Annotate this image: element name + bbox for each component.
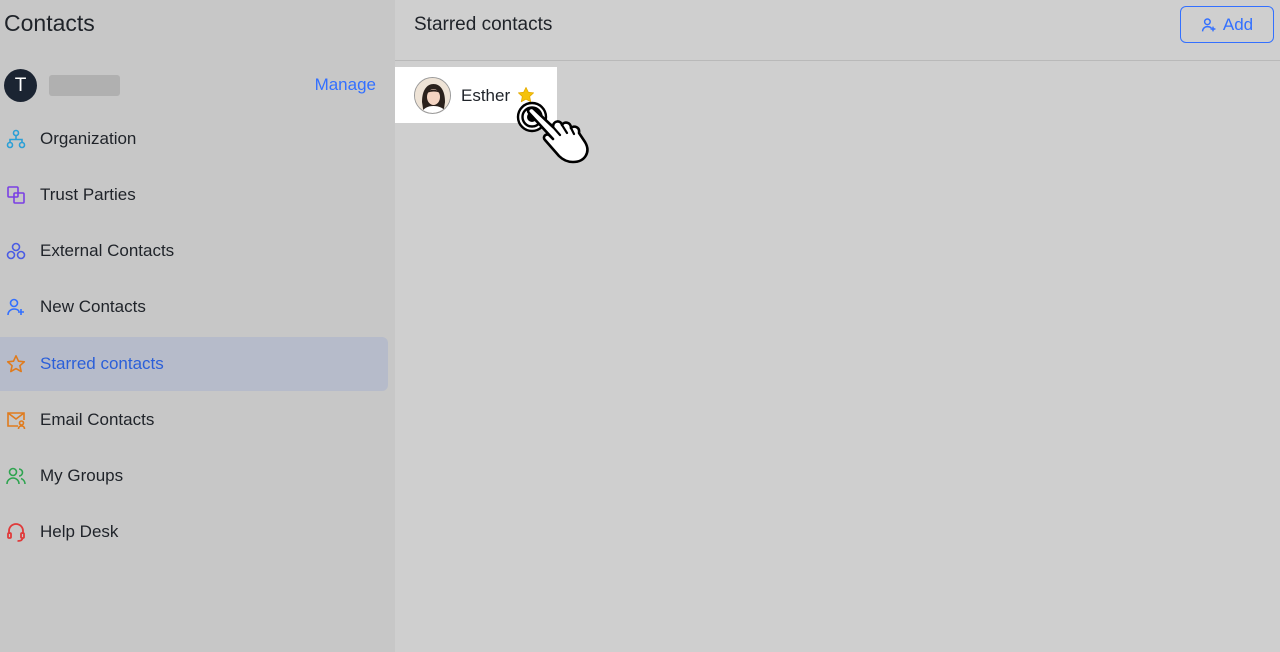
groups-icon: [6, 467, 26, 485]
sidebar-item-label: Email Contacts: [40, 410, 155, 429]
sidebar-item-label: My Groups: [40, 466, 124, 485]
headset-icon: [7, 523, 25, 542]
main-header: Starred contacts Add: [395, 0, 1280, 61]
sidebar-item-external-contacts[interactable]: External Contacts: [0, 224, 388, 278]
sidebar-item-label: Starred contacts: [40, 354, 164, 373]
person-photo-icon: [415, 78, 450, 113]
trust-parties-icon: [7, 186, 25, 204]
contact-avatar: [414, 77, 451, 114]
star-outline-icon: [6, 355, 26, 373]
contact-name: Esther: [461, 86, 511, 105]
sidebar-item-label: Help Desk: [40, 522, 119, 541]
sidebar-item-label: External Contacts: [40, 241, 175, 260]
manage-link[interactable]: Manage: [315, 75, 376, 95]
star-filled-icon[interactable]: [517, 86, 535, 104]
sidebar-item-starred-contacts[interactable]: Starred contacts: [0, 337, 388, 391]
page-title: Starred contacts: [414, 14, 553, 35]
sidebar-item-label: New Contacts: [40, 297, 146, 316]
add-user-icon: [1201, 17, 1216, 31]
sidebar-item-my-groups[interactable]: My Groups: [0, 449, 388, 503]
add-contact-button[interactable]: Add: [1180, 6, 1274, 43]
sidebar-item-new-contacts[interactable]: New Contacts: [0, 280, 388, 334]
app-title: Contacts: [4, 10, 95, 36]
sidebar-item-label: Organization: [40, 129, 137, 148]
email-contacts-icon: [7, 412, 26, 430]
new-contact-icon: [7, 298, 24, 316]
contact-card[interactable]: Esther: [395, 67, 557, 123]
account-row: T Manage: [4, 69, 384, 102]
external-contacts-icon: [6, 242, 26, 260]
sidebar-item-organization[interactable]: Organization: [0, 112, 388, 166]
sidebar: Contacts T Manage Organization Trust Par…: [0, 0, 395, 652]
sidebar-item-trust-parties[interactable]: Trust Parties: [0, 168, 388, 222]
sidebar-item-help-desk[interactable]: Help Desk: [0, 505, 388, 559]
account-name-redacted: [49, 75, 120, 96]
account-avatar[interactable]: T: [4, 69, 37, 102]
organization-icon: [6, 129, 26, 149]
add-button-label: Add: [1222, 14, 1254, 34]
sidebar-item-label: Trust Parties: [40, 185, 136, 204]
sidebar-item-email-contacts[interactable]: Email Contacts: [0, 393, 388, 447]
